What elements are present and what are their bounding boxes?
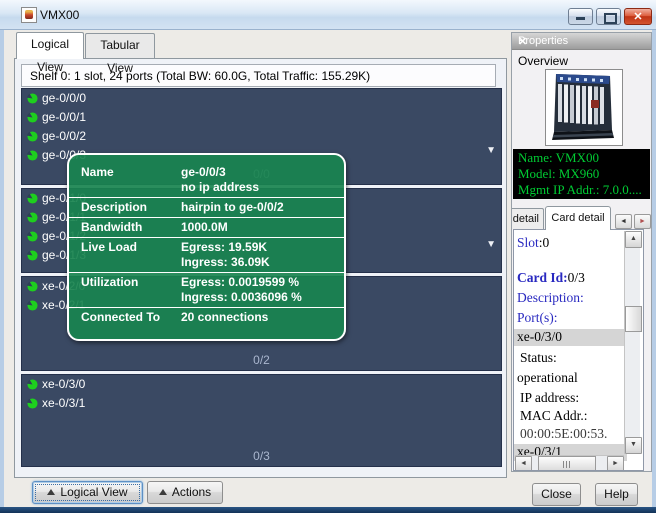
window-title: VMX00 [40, 8, 79, 22]
tab-logical-view[interactable]: Logical View [16, 32, 84, 59]
tooltip-group: UtilizationEgress: 0.0019599 % Ingress: … [69, 272, 344, 307]
port-row[interactable]: xe-0/3/0 [22, 375, 501, 394]
logical-view-pane: Shelf 0: 1 slot, 24 ports (Total BW: 60.… [14, 58, 507, 478]
application-window: VMX00 ✕ Logical View Tabular View Shelf … [0, 0, 656, 513]
card-detail-slot: Slot:0 [517, 235, 623, 251]
maximize-icon [604, 13, 617, 24]
port-status-icon [27, 281, 38, 292]
vertical-scrollbar[interactable]: ▲ ▼ [624, 231, 640, 454]
tooltip-group: Live LoadEgress: 19.59K Ingress: 36.09K [69, 237, 344, 272]
scroll-down-icon[interactable]: ▼ [625, 437, 642, 454]
tooltip-group: Bandwidth1000.0M [69, 217, 344, 237]
port-status-icon [27, 131, 38, 142]
card-detail-mac-value: 00:00:5E:00:53. [517, 426, 626, 442]
port-row[interactable]: ge-0/0/2 [22, 127, 501, 146]
vertical-scrollbar-thumb[interactable] [625, 306, 642, 332]
tab-scroll-left-icon[interactable]: ◄ [615, 214, 632, 229]
card-detail-ip-label: IP address: [517, 390, 626, 406]
tab-card-detail[interactable]: Card detail [545, 206, 611, 230]
device-mgmt-ip: Mgmt IP Addr.: 7.0.0.... [518, 182, 650, 198]
port-status-icon [27, 300, 38, 311]
port-status-icon [27, 112, 38, 123]
horizontal-scrollbar-thumb[interactable] [538, 456, 596, 471]
slot-label: 0/2 [22, 353, 501, 367]
card-detail-mac-label: MAC Addr.: [517, 408, 626, 424]
device-chassis-image [545, 69, 623, 146]
scroll-right-icon[interactable]: ► [607, 456, 624, 471]
properties-header[interactable]: Properties ✕ [512, 33, 651, 50]
card-detail-port-row[interactable]: xe-0/3/0 [514, 329, 627, 346]
device-name: Name: VMX00 [518, 150, 650, 166]
tab-scroll-right-icon[interactable]: ► [634, 214, 651, 229]
minimize-icon [576, 17, 585, 20]
port-status-icon [27, 398, 38, 409]
up-triangle-icon [159, 489, 167, 495]
port-details-tooltip: Namege-0/0/3 no ip address Descriptionha… [67, 153, 346, 341]
tab-tabular-view[interactable]: Tabular View [85, 33, 155, 58]
up-triangle-icon [47, 489, 55, 495]
card-detail-pane: Slot:0 Card Id:0/3 Description: Port(s):… [513, 229, 644, 471]
port-row[interactable]: ge-0/0/1 [22, 108, 501, 127]
actions-button[interactable]: Actions [147, 481, 223, 504]
close-icon: ✕ [625, 10, 651, 23]
card-detail-card-id: Card Id:0/3 [517, 270, 623, 286]
minimize-button[interactable] [568, 8, 593, 25]
java-app-icon [21, 7, 37, 23]
client-area: Logical View Tabular View Shelf 0: 1 slo… [4, 30, 652, 507]
card-detail-status-label: Status: [517, 350, 626, 366]
slot-expander-icon[interactable]: ▼ [486, 239, 496, 250]
slot-label: 0/3 [22, 449, 501, 463]
overview-label: Overview [518, 54, 568, 68]
card-detail-description-label: Description: [517, 290, 623, 306]
close-button[interactable]: Close [532, 483, 581, 506]
tooltip-group: Descriptionhairpin to ge-0/0/2 [69, 197, 344, 217]
port-row[interactable]: ge-0/0/0 [22, 89, 501, 108]
logical-view-mode-button[interactable]: Logical View Mode [32, 481, 143, 504]
slot-expander-icon[interactable]: ▼ [486, 145, 496, 156]
properties-panel: Properties ✕ Overview [511, 32, 652, 472]
slot-panel-0-3[interactable]: xe-0/3/0 xe-0/3/1 0/3 [21, 374, 502, 467]
card-detail-status-value: operational [517, 370, 623, 386]
window-close-button[interactable]: ✕ [624, 8, 652, 25]
tooltip-group: Namege-0/0/3 no ip address [69, 163, 344, 197]
tooltip-group: Connected To20 connections [69, 307, 344, 327]
maximize-button[interactable] [596, 8, 621, 25]
help-button[interactable]: Help [595, 483, 638, 506]
device-info-box: Name: VMX00 Model: MX960 Mgmt IP Addr.: … [513, 149, 650, 199]
port-status-icon [27, 193, 38, 204]
scroll-left-icon[interactable]: ◄ [515, 456, 532, 471]
window-frame-bottom [0, 507, 656, 513]
port-status-icon [27, 150, 38, 161]
shelf-summary-text: Shelf 0: 1 slot, 24 ports (Total BW: 60.… [30, 69, 370, 83]
title-bar[interactable]: VMX00 ✕ [0, 0, 656, 30]
tab-detail-clipped[interactable]: detail [511, 208, 544, 229]
port-row[interactable]: xe-0/3/1 [22, 394, 501, 413]
port-status-icon [27, 212, 38, 223]
horizontal-scrollbar[interactable]: ◄ ► [515, 455, 624, 471]
properties-close-icon[interactable]: ✕ [518, 35, 647, 48]
port-status-icon [27, 231, 38, 242]
shelf-summary-box: Shelf 0: 1 slot, 24 ports (Total BW: 60.… [21, 64, 496, 87]
device-model: Model: MX960 [518, 166, 650, 182]
port-status-icon [27, 93, 38, 104]
card-detail-ports-label: Port(s): [517, 310, 623, 326]
port-status-icon [27, 379, 38, 390]
scroll-up-icon[interactable]: ▲ [625, 231, 642, 248]
